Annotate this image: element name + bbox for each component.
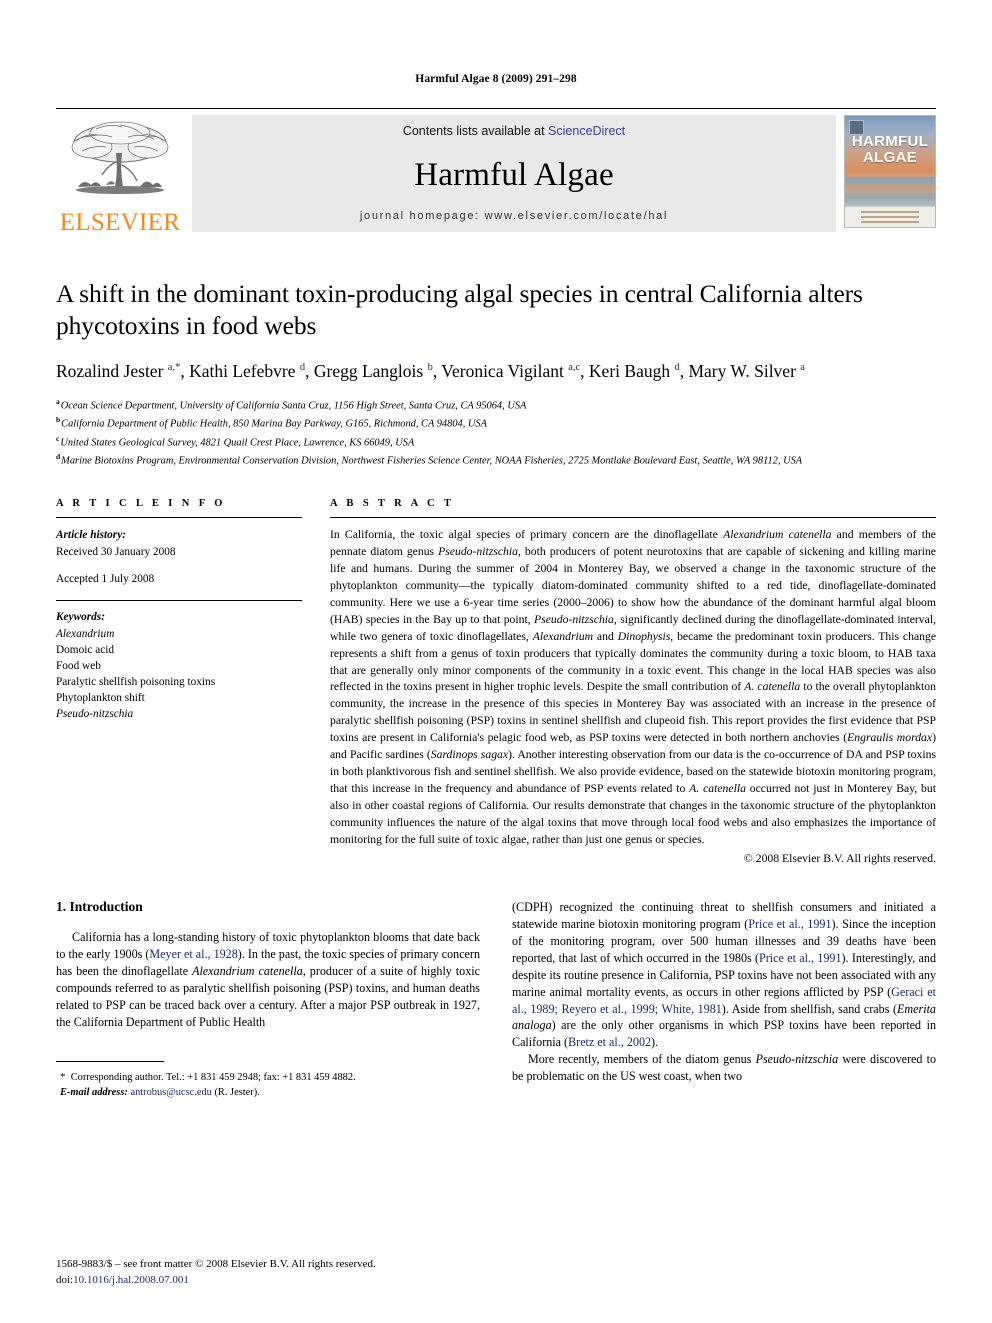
section-heading-introduction: 1. Introduction <box>56 899 143 915</box>
running-head: Harmful Algae 8 (2009) 291–298 <box>415 73 577 85</box>
info-abstract-region: A R T I C L E I N F O Article history: R… <box>56 498 936 865</box>
cover-footer-lines <box>861 211 919 226</box>
affiliation-text: California Department of Public Health, … <box>61 418 487 430</box>
front-matter-line: 1568-9883/$ – see front matter © 2008 El… <box>56 1258 376 1271</box>
affiliation-item: aOcean Science Department, University of… <box>56 396 936 414</box>
abstract-text: In California, the toxic algal species o… <box>330 528 937 846</box>
cover-footer-band <box>845 206 935 227</box>
article-history: Article history: Received 30 January 200… <box>56 527 302 587</box>
footnote-divider <box>56 1060 164 1062</box>
affiliation-item: cUnited States Geological Survey, 4821 Q… <box>56 433 936 451</box>
page-footer: 1568-9883/$ – see front matter © 2008 El… <box>56 1257 376 1289</box>
sciencedirect-link[interactable]: ScienceDirect <box>548 124 625 138</box>
keywords-divider <box>56 600 302 602</box>
article-page: Harmful Algae 8 (2009) 291–298 ELSEVIER … <box>0 0 992 1323</box>
journal-masthead: ELSEVIER Contents lists available at Sci… <box>56 108 936 236</box>
keyword-item: Paralytic shellfish poisoning toxins <box>56 675 216 688</box>
contents-prefix: Contents lists available at <box>402 124 549 138</box>
footnote-block: * Corresponding author. Tel.: +1 831 459… <box>56 1060 480 1101</box>
intro-paragraph-right-1: (CDPH) recognized the continuing threat … <box>512 900 937 1050</box>
affiliation-marker: d <box>56 451 61 461</box>
cover-title-line1: HARMFUL <box>851 132 929 150</box>
affiliation-item: bCalifornia Department of Public Health,… <box>56 414 936 432</box>
abstract-copyright: © 2008 Elsevier B.V. All rights reserved… <box>743 852 936 866</box>
keywords-label: Keywords: <box>56 611 105 624</box>
affiliation-text: Marine Biotoxins Program, Environmental … <box>61 455 803 467</box>
affiliation-marker: a <box>56 397 60 407</box>
affiliation-item: dMarine Biotoxins Program, Environmental… <box>56 451 936 469</box>
cover-sea-band <box>845 177 935 208</box>
journal-banner: Contents lists available at ScienceDirec… <box>192 115 836 232</box>
corresponding-author-email[interactable]: E-mail address: antrobus@ucsc.edu (R. Je… <box>56 1085 480 1101</box>
affiliation-list: aOcean Science Department, University of… <box>56 396 936 469</box>
cover-title-line2: ALGAE <box>863 148 917 166</box>
journal-cover-thumbnail: HARMFUL ALGAE <box>844 115 936 228</box>
author-list: Rozalind Jester a,*, Kathi Lefebvre d, G… <box>56 361 805 382</box>
doi-line: doi:10.1016/j.hal.2008.07.001 <box>56 1273 376 1289</box>
body-column-right: (CDPH) recognized the continuing threat … <box>512 899 936 1100</box>
keyword-list: Keywords: Alexandrium Domoic acid Food w… <box>56 609 302 722</box>
keyword-item: Pseudo-nitzschia <box>56 708 134 721</box>
body-columns: 1. Introduction California has a long-st… <box>56 899 936 1100</box>
journal-homepage-link[interactable]: journal homepage: www.elsevier.com/locat… <box>360 210 668 222</box>
elsevier-tree-icon <box>62 117 178 209</box>
abstract-column: A B S T R A C T In California, the toxic… <box>330 498 936 865</box>
abstract-heading: A B S T R A C T <box>330 498 455 510</box>
article-info-heading: A R T I C L E I N F O <box>56 498 226 510</box>
received-date: Received 30 January 2008 <box>56 545 176 558</box>
keyword-item: Alexandrium <box>56 627 115 640</box>
body-column-left: 1. Introduction California has a long-st… <box>56 899 480 1100</box>
accepted-date: Accepted 1 July 2008 <box>56 573 155 585</box>
doi-link[interactable]: 10.1016/j.hal.2008.07.001 <box>73 1274 189 1286</box>
corresponding-author-note: * Corresponding author. Tel.: +1 831 459… <box>60 1070 356 1083</box>
affiliation-text: Ocean Science Department, University of … <box>60 400 527 412</box>
affiliation-text: United States Geological Survey, 4821 Qu… <box>60 437 415 449</box>
doi-label: doi: <box>56 1274 74 1287</box>
journal-title: Harmful Algae <box>414 156 614 193</box>
title-block: A shift in the dominant toxin-producing … <box>56 278 936 469</box>
intro-paragraph-right-2: More recently, members of the diatom gen… <box>512 1052 937 1084</box>
keyword-item: Food web <box>56 659 101 672</box>
keyword-item: Phytoplankton shift <box>56 692 145 705</box>
article-history-label: Article history: <box>56 529 126 542</box>
cover-title: HARMFUL ALGAE <box>845 132 935 166</box>
article-info-column: A R T I C L E I N F O Article history: R… <box>56 498 302 865</box>
contents-available-line: Contents lists available at ScienceDirec… <box>403 124 625 138</box>
page-title: A shift in the dominant toxin-producing … <box>56 279 863 341</box>
abstract-divider <box>330 517 936 519</box>
elsevier-logo: ELSEVIER <box>56 115 184 236</box>
elsevier-wordmark: ELSEVIER <box>59 209 181 236</box>
article-info-divider <box>56 517 302 519</box>
affiliation-marker: b <box>56 415 61 425</box>
affiliation-marker: c <box>56 433 60 443</box>
intro-paragraph-left: California has a long-standing history o… <box>56 930 481 1029</box>
keyword-item: Domoic acid <box>56 643 115 656</box>
